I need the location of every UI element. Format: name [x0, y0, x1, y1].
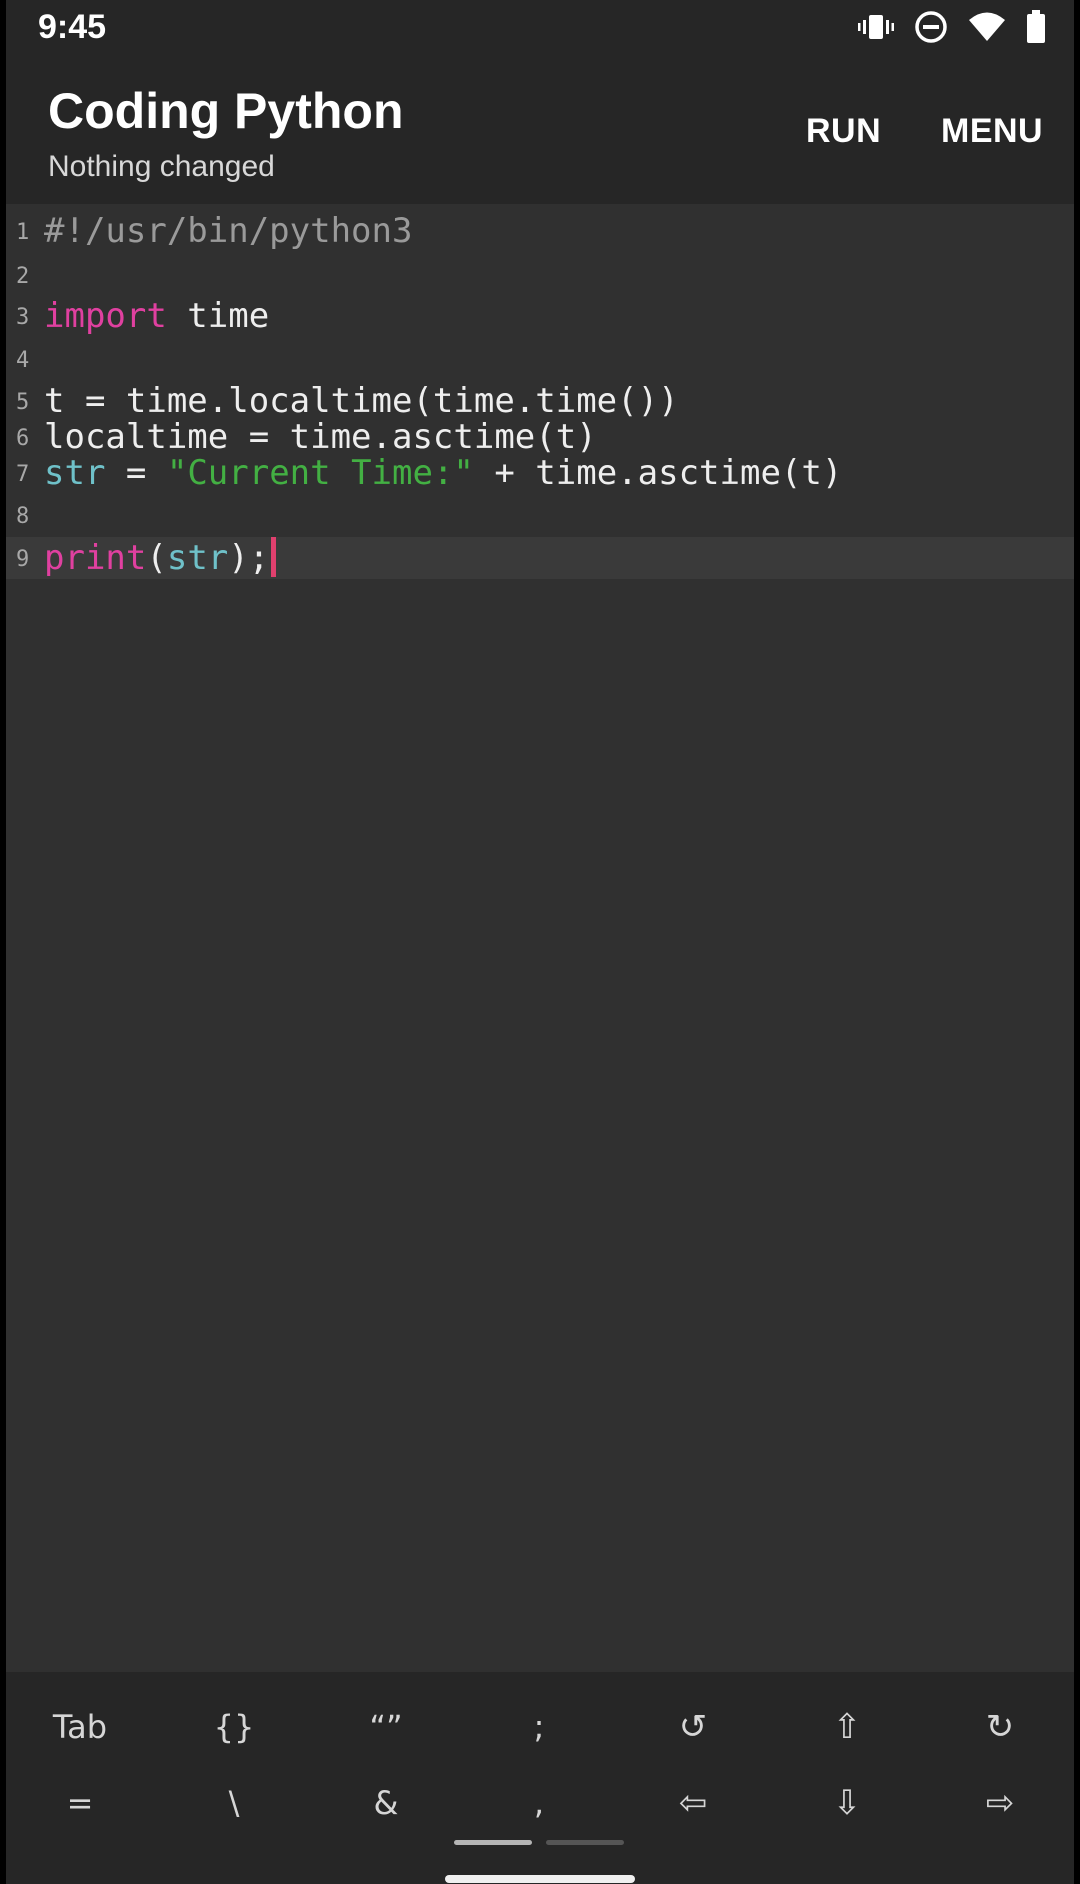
- backslash-key[interactable]: \: [159, 1768, 309, 1838]
- arrow-up-key[interactable]: ⇧: [772, 1692, 922, 1762]
- code-line[interactable]: 7 str = "Current Time:" + time.asctime(t): [6, 452, 1074, 494]
- code-line[interactable]: 2: [6, 254, 1074, 296]
- battery-icon: [1026, 10, 1046, 48]
- code-text[interactable]: import time: [44, 295, 269, 337]
- line-number: 3: [16, 305, 30, 330]
- braces-key[interactable]: {}: [159, 1692, 309, 1762]
- code-token-default: t = time.localtime(time.time()): [44, 381, 679, 421]
- extra-keys-bar: Tab {} “”; ↺ ⇧ ↻ = \ &, ⇦ ⇩ ⇨: [6, 1672, 1074, 1884]
- page-subtitle: Nothing changed: [48, 150, 275, 183]
- code-editor[interactable]: 1 #!/usr/bin/python3 2 3 import time 4 5 t = ti…: [6, 204, 1074, 1672]
- gesture-nav-handle[interactable]: [445, 1875, 635, 1883]
- redo-key[interactable]: ↻: [925, 1692, 1074, 1762]
- arrow-left-key[interactable]: ⇦: [618, 1768, 768, 1838]
- line-number: 8: [16, 504, 30, 529]
- undo-key[interactable]: ↺: [618, 1692, 768, 1762]
- vibrate-icon: [858, 12, 894, 46]
- app-screen: 9:45 Coding Python Nothing changed RUN M…: [6, 0, 1074, 1884]
- code-token-default: =: [105, 453, 167, 493]
- arrow-right-icon: ⇨: [985, 1783, 1015, 1823]
- arrow-left-icon: ⇦: [678, 1783, 708, 1823]
- line-number: 9: [16, 547, 30, 572]
- equals-key[interactable]: =: [6, 1768, 155, 1838]
- code-token-builtin: str: [166, 538, 229, 578]
- line-number: 1: [16, 220, 30, 245]
- redo-icon: ↻: [985, 1707, 1015, 1747]
- code-token-keyword: print: [44, 538, 147, 578]
- line-number: 6: [16, 426, 30, 451]
- code-token-comment: #!/usr/bin/python3: [44, 211, 413, 251]
- quotes-key-label: “”: [369, 1708, 403, 1746]
- line-number: 4: [16, 348, 30, 373]
- arrow-up-icon: ⇧: [832, 1707, 862, 1747]
- code-token-default: time: [166, 296, 270, 336]
- undo-icon: ↺: [678, 1707, 708, 1747]
- code-line[interactable]: 3 import time: [6, 295, 1074, 337]
- code-text[interactable]: #!/usr/bin/python3: [44, 210, 412, 252]
- line-number: 5: [16, 390, 30, 415]
- code-line[interactable]: 9 print(str);: [6, 537, 1074, 579]
- tab-key-label: Tab: [52, 1708, 108, 1746]
- status-time: 9:45: [38, 8, 107, 46]
- tab-key[interactable]: Tab: [6, 1692, 155, 1762]
- do-not-disturb-icon: [914, 10, 948, 48]
- code-token-default: localtime = time.asctime(t): [44, 417, 597, 457]
- code-text[interactable]: str = "Current Time:" + time.asctime(t): [44, 452, 842, 494]
- line-number: 2: [16, 264, 30, 289]
- code-token-string: "Current Time:": [166, 453, 474, 493]
- quotes-key[interactable]: “”: [311, 1692, 461, 1762]
- equals-key-label: =: [66, 1784, 94, 1822]
- ampersand-key-label: &: [373, 1784, 399, 1822]
- semicolon-key[interactable]: ;: [464, 1692, 614, 1762]
- text-cursor: [271, 537, 277, 577]
- code-token-default: (: [146, 538, 167, 578]
- code-line[interactable]: 4: [6, 338, 1074, 380]
- page-title: Coding Python: [48, 83, 404, 139]
- code-token-default: );: [228, 538, 270, 578]
- code-line[interactable]: 8: [6, 494, 1074, 536]
- code-token-default: + time.asctime(t): [473, 453, 843, 493]
- backslash-key-label: \: [228, 1784, 240, 1822]
- comma-key[interactable]: ,: [464, 1768, 614, 1838]
- code-text[interactable]: print(str);: [44, 537, 277, 579]
- wifi-icon: [968, 11, 1006, 47]
- menu-button[interactable]: MENU: [941, 112, 1043, 151]
- semicolon-key-label: ;: [533, 1708, 545, 1746]
- code-token-builtin: str: [44, 453, 106, 493]
- line-number: 7: [16, 462, 30, 487]
- arrow-down-key[interactable]: ⇩: [772, 1768, 922, 1838]
- arrow-right-key[interactable]: ⇨: [925, 1768, 1074, 1838]
- code-token-keyword: import: [44, 296, 167, 336]
- keybar-page-indicator: [546, 1840, 624, 1845]
- comma-key-label: ,: [533, 1784, 545, 1822]
- code-line[interactable]: 1 #!/usr/bin/python3: [6, 210, 1074, 252]
- braces-key-label: {}: [213, 1708, 255, 1746]
- run-button[interactable]: RUN: [806, 112, 881, 151]
- app-bar: 9:45 Coding Python Nothing changed RUN M…: [6, 0, 1074, 204]
- status-icons: [838, 10, 1046, 48]
- ampersand-key[interactable]: &: [311, 1768, 461, 1838]
- keybar-page-indicator-active: [454, 1840, 532, 1845]
- arrow-down-icon: ⇩: [832, 1783, 862, 1823]
